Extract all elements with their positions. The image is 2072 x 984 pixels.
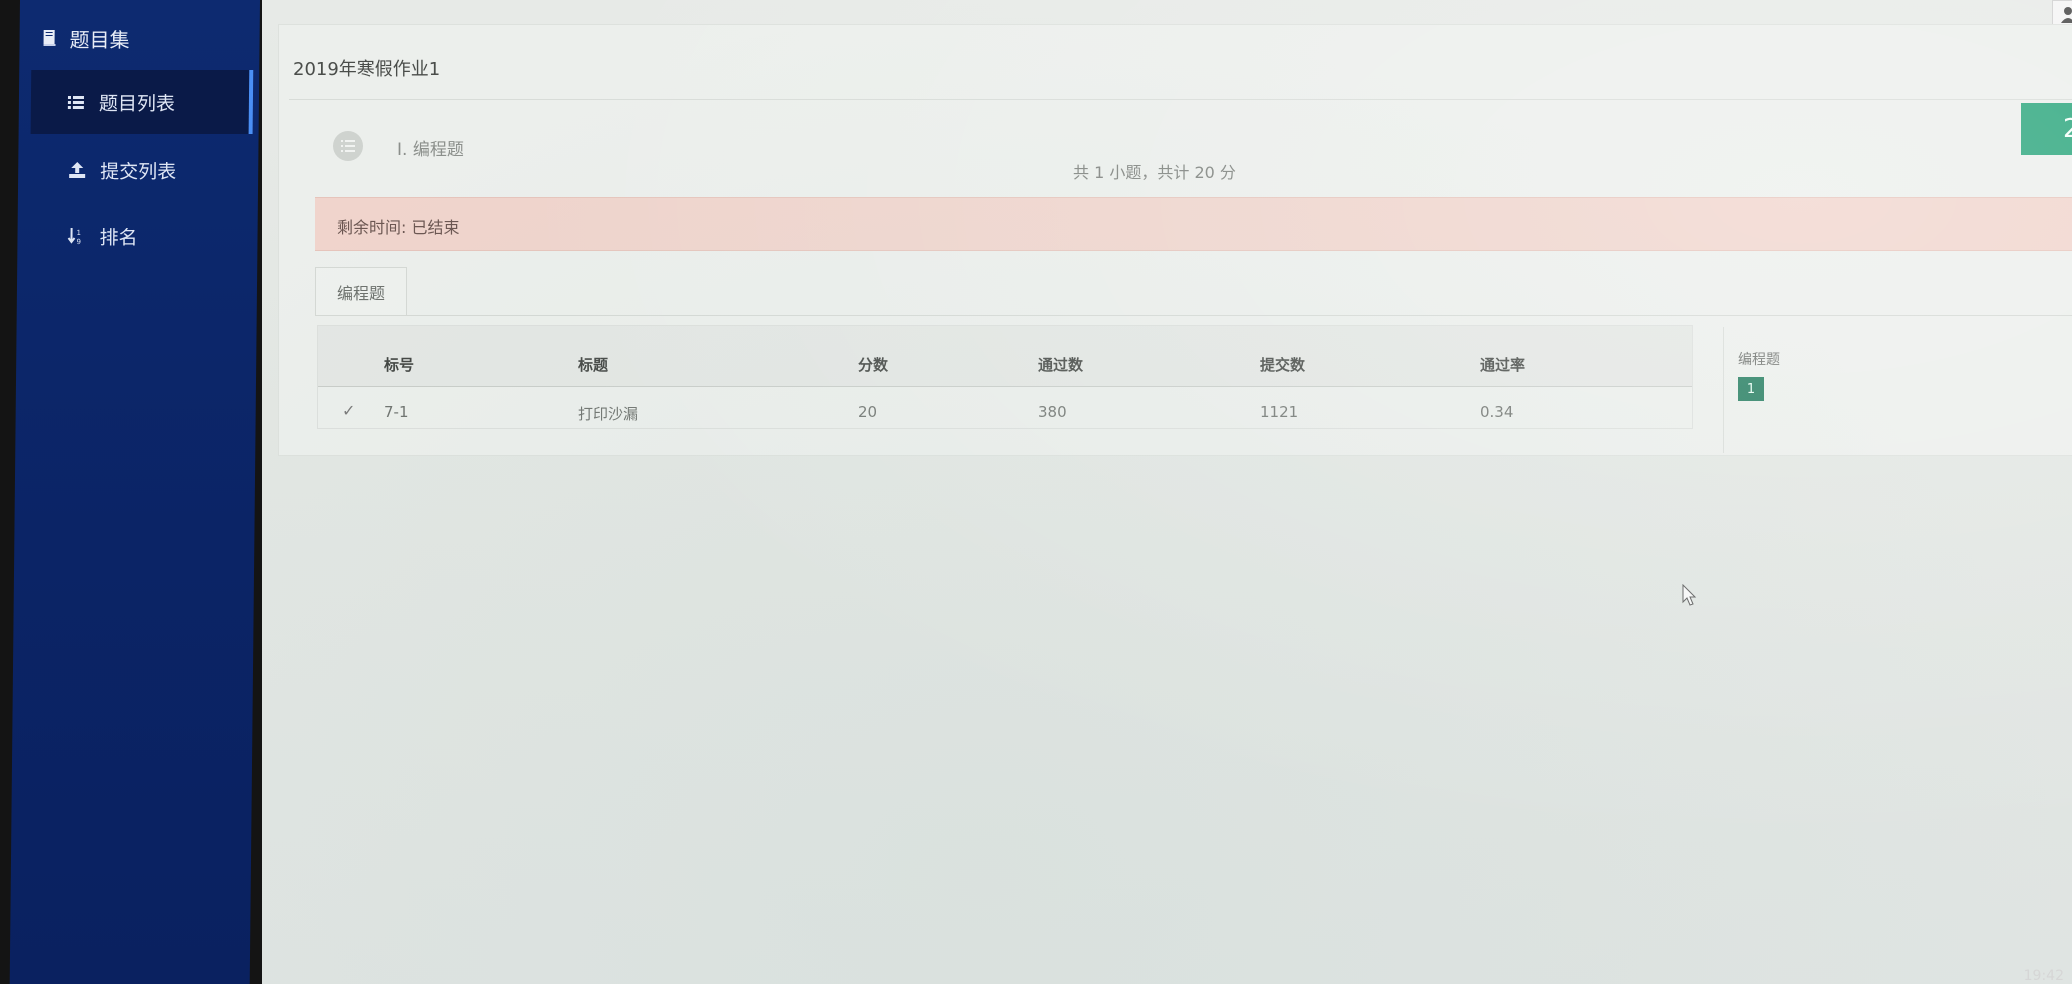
table-row[interactable]: ✓ 7-1 打印沙漏 20 380 1121 0.34 (318, 387, 1692, 427)
timer-text: 剩余时间: 已结束 (337, 218, 460, 237)
section-label: I. 编程题 (397, 140, 464, 160)
column-header: 标题 (578, 356, 609, 374)
taskbar-clock: 19:42 (2023, 968, 2064, 984)
pass-rate: 0.34 (1480, 403, 1514, 421)
column-header: 标号 (384, 356, 415, 374)
mouse-cursor-icon (1682, 584, 1697, 606)
tab-programming[interactable]: 编程题 (315, 267, 407, 316)
column-header: 分数 (858, 356, 889, 374)
divider (289, 99, 2072, 100)
problem-id[interactable]: 7-1 (384, 403, 409, 421)
table-header: 标号 标题 分数 通过数 提交数 通过率 (318, 326, 1692, 387)
page-title: 2019年寒假作业1 (293, 59, 441, 80)
tab-underline (315, 315, 2072, 316)
book-icon (43, 30, 56, 46)
upload-icon (69, 162, 86, 178)
problem-navigator: 编程题 1 (1723, 327, 2072, 453)
sidebar-item-label: 题目列表 (98, 92, 176, 115)
check-icon: ✓ (342, 401, 356, 420)
submitted-count: 1121 (1260, 403, 1299, 421)
passed-count: 380 (1038, 403, 1067, 421)
navigator-label: 编程题 (1738, 352, 1780, 368)
timer-alert: 剩余时间: 已结束 (315, 197, 2072, 251)
sidebar-item-label: 提交列表 (100, 160, 177, 183)
sidebar: 题目集 题目列表 提交列表 1 9 排名 (9, 0, 260, 984)
problem-title-link[interactable]: 打印沙漏 (578, 403, 638, 424)
column-header: 通过率 (1480, 356, 1526, 374)
column-header: 提交数 (1260, 356, 1306, 374)
sidebar-header-label: 题目集 (69, 27, 130, 52)
total-score-badge: 20 (2021, 103, 2072, 155)
section-summary: 共 1 小题，共计 20 分 (1073, 163, 1236, 182)
screen: 题目集 题目列表 提交列表 1 9 排名 2019年寒假作业1 I. 编程题 共… (0, 0, 2072, 984)
sidebar-item-ranking[interactable]: 1 9 排名 (17, 204, 258, 268)
sidebar-item-label: 排名 (99, 226, 138, 249)
main-content: 2019年寒假作业1 I. 编程题 共 1 小题，共计 20 分 20 (262, 0, 2072, 984)
section-header: I. 编程题 共 1 小题，共计 20 分 (313, 121, 2072, 191)
sidebar-item-problem-list[interactable]: 题目列表 (30, 70, 254, 134)
problem-table: 标号 标题 分数 通过数 提交数 通过率 ✓ 7-1 打印沙漏 20 380 1… (317, 325, 1693, 429)
list-icon (67, 96, 84, 109)
problem-score: 20 (858, 403, 878, 421)
column-header: 通过数 (1038, 356, 1084, 374)
svg-text:1: 1 (77, 229, 82, 237)
sidebar-item-submissions[interactable]: 提交列表 (18, 138, 259, 202)
problem-set-card: 2019年寒假作业1 I. 编程题 共 1 小题，共计 20 分 20 (278, 24, 2072, 456)
sort-icon: 1 9 (67, 228, 82, 245)
list-circle-icon (333, 131, 363, 161)
svg-text:9: 9 (76, 238, 81, 245)
problem-chip[interactable]: 1 (1738, 377, 1764, 401)
sidebar-header[interactable]: 题目集 (41, 18, 130, 58)
